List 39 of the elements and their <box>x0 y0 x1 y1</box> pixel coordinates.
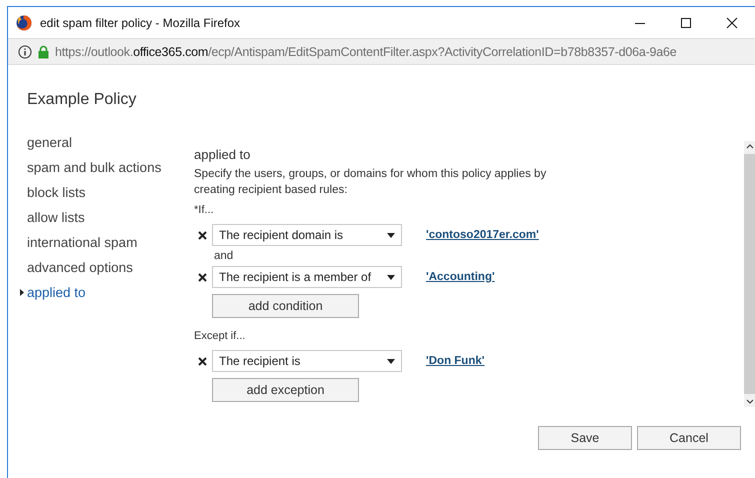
close-icon[interactable] <box>726 16 738 28</box>
remove-icon[interactable] <box>198 356 207 366</box>
condition-dropdown[interactable]: The recipient is <box>212 350 402 372</box>
group-label: Except if... <box>194 329 246 344</box>
nav-item[interactable]: spam and bulk actions <box>27 158 162 177</box>
nav-item[interactable]: applied to <box>27 283 86 302</box>
group-label: *If... <box>194 203 215 218</box>
remove-icon[interactable] <box>198 272 207 282</box>
save-button[interactable]: Save <box>538 426 632 450</box>
nav-item[interactable]: advanced options <box>27 258 133 277</box>
value-link[interactable]: 'Accounting' <box>426 271 495 283</box>
description-text: Specify the users, groups, or domains for whom this policy applies by creating recipient based rules: <box>194 167 548 198</box>
nav-item[interactable]: international spam <box>27 233 138 252</box>
condition-dropdown[interactable]: The recipient domain is <box>212 224 402 246</box>
caret-icon <box>387 358 395 364</box>
remove-icon[interactable] <box>198 230 207 240</box>
selected-caret-icon <box>20 289 24 296</box>
value-link[interactable]: 'contoso2017er.com' <box>426 229 539 241</box>
caret-icon <box>387 274 395 280</box>
info-icon <box>18 44 32 58</box>
maximize-icon[interactable] <box>680 16 692 28</box>
lock-icon <box>38 44 49 58</box>
window-title: edit spam filter policy - Mozilla Firefox <box>40 16 242 30</box>
section-title: applied to <box>194 147 252 162</box>
nav-item[interactable]: allow lists <box>27 208 85 227</box>
condition-dropdown[interactable]: The recipient is a member of <box>212 266 402 288</box>
browser-icon <box>16 14 32 30</box>
nav-item[interactable]: general <box>27 133 72 152</box>
page-heading: Example Policy <box>27 91 138 109</box>
nav-item[interactable]: block lists <box>27 183 86 202</box>
scroll-down-icon[interactable] <box>746 399 754 405</box>
add-button[interactable]: add exception <box>212 378 359 402</box>
url-text[interactable]: https://outlook.office365.com/ecp/Antispam/EditSpamContentFilter.aspx?ActivityCorrelationID=b78b8357-d06a-9a6e <box>55 44 677 58</box>
caret-icon <box>387 232 395 238</box>
connector-label: and <box>214 250 234 262</box>
value-link[interactable]: 'Don Funk' <box>426 355 484 367</box>
scroll-up-icon[interactable] <box>746 143 754 149</box>
add-button[interactable]: add condition <box>212 294 359 318</box>
cancel-button[interactable]: Cancel <box>637 426 741 450</box>
